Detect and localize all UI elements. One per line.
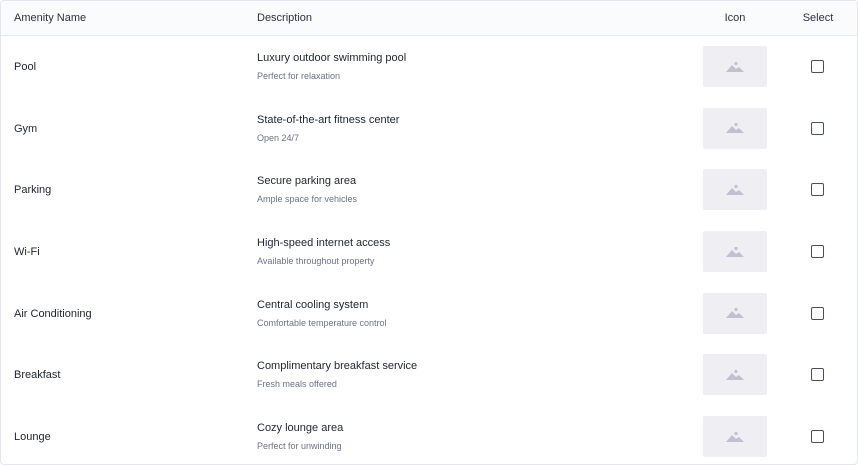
table-row: Wi-Fi High-speed internet access Availab… <box>1 221 857 283</box>
table-row: Air Conditioning Central cooling system … <box>1 283 857 345</box>
table-row: Lounge Cozy lounge area Perfect for unwi… <box>1 406 857 464</box>
amenity-subtitle: Available throughout property <box>257 256 375 267</box>
amenity-name: Wi-Fi <box>14 246 40 259</box>
image-placeholder-icon <box>703 46 767 87</box>
amenity-subtitle: Comfortable temperature control <box>257 317 387 328</box>
amenity-description: State-of-the-art fitness center <box>257 113 400 126</box>
amenity-subtitle: Perfect for unwinding <box>257 441 342 452</box>
header-select: Select <box>802 12 834 24</box>
amenity-description: Cozy lounge area <box>257 422 344 435</box>
select-checkbox[interactable] <box>811 183 824 197</box>
amenity-description: Complimentary breakfast service <box>257 360 418 373</box>
select-checkbox[interactable] <box>811 245 824 259</box>
amenity-subtitle: Fresh meals offered <box>257 379 337 390</box>
amenity-subtitle: Open 24/7 <box>257 132 300 143</box>
image-placeholder-icon <box>703 231 767 273</box>
header-description: Description <box>257 12 313 24</box>
image-placeholder-icon <box>703 107 767 149</box>
amenities-table: Amenity Name Description Icon Select Poo… <box>0 0 858 465</box>
table-header: Amenity Name Description Icon Select <box>1 1 857 36</box>
amenity-description: Central cooling system <box>257 298 369 311</box>
select-checkbox[interactable] <box>811 430 824 444</box>
amenity-name: Parking <box>14 184 52 197</box>
select-checkbox[interactable] <box>811 60 824 73</box>
image-placeholder-icon <box>703 292 767 334</box>
image-placeholder-icon <box>703 169 767 211</box>
table-row: Gym State-of-the-art fitness center Open… <box>1 98 857 160</box>
header-icon: Icon <box>724 12 746 24</box>
amenity-name: Breakfast <box>14 369 61 382</box>
amenity-description: High-speed internet access <box>257 237 391 250</box>
amenity-name: Gym <box>14 122 38 135</box>
amenity-name: Lounge <box>14 431 51 444</box>
select-checkbox[interactable] <box>811 121 824 135</box>
table-row: Pool Luxury outdoor swimming pool Perfec… <box>1 36 857 98</box>
select-checkbox[interactable] <box>811 306 824 320</box>
table-row: Breakfast Complimentary breakfast servic… <box>1 344 857 406</box>
amenity-name: Air Conditioning <box>14 307 92 320</box>
image-placeholder-icon <box>703 354 767 396</box>
amenity-description: Luxury outdoor swimming pool <box>257 52 407 64</box>
amenity-subtitle: Perfect for relaxation <box>257 71 341 81</box>
amenity-description: Secure parking area <box>257 175 357 188</box>
amenity-subtitle: Ample space for vehicles <box>257 194 358 205</box>
image-placeholder-icon <box>703 416 767 458</box>
table-row: Parking Secure parking area Ample space … <box>1 159 857 221</box>
header-amenity-name: Amenity Name <box>14 12 87 24</box>
amenity-name: Pool <box>14 61 37 73</box>
select-checkbox[interactable] <box>811 368 824 382</box>
